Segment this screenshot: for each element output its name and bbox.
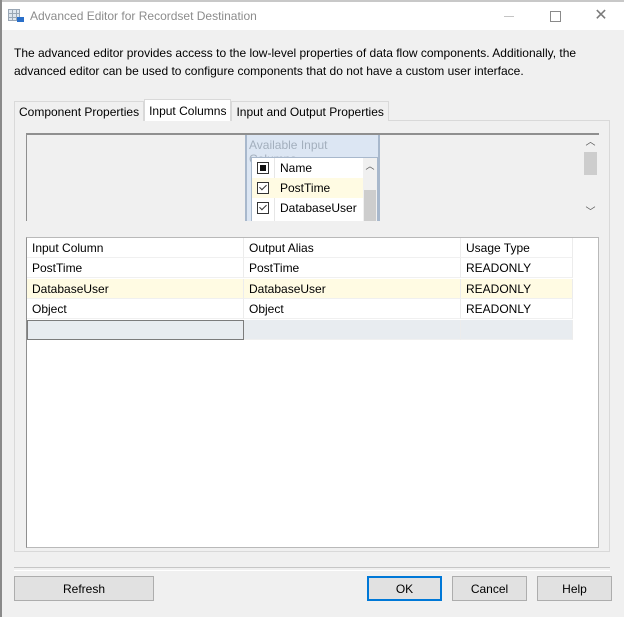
window-controls: ✕ — [486, 2, 624, 30]
available-columns-list: Name PostTime DatabaseUser ︿ — [251, 157, 378, 221]
usage-type-cell[interactable]: READONLY — [461, 258, 573, 278]
available-input-columns-panel: Available Input Columns Name PostTime Da… — [245, 135, 380, 221]
header-input-column[interactable]: Input Column — [27, 238, 244, 258]
close-icon: ✕ — [594, 7, 608, 24]
column-name: DatabaseUser — [280, 201, 357, 215]
maximize-icon — [549, 10, 561, 22]
scroll-thumb[interactable] — [364, 190, 376, 221]
usage-type-cell[interactable]: READONLY — [461, 279, 573, 299]
tab-strip: Component Properties Input Columns Input… — [14, 99, 389, 121]
scroll-thumb[interactable] — [584, 152, 597, 175]
name-header: Name — [280, 161, 313, 175]
tab-input-columns[interactable]: Input Columns — [144, 99, 232, 121]
new-input-column-cell[interactable] — [27, 320, 244, 340]
chevron-up-icon[interactable]: ︿ — [582, 135, 599, 151]
column-checkbox[interactable] — [257, 182, 269, 194]
refresh-button[interactable]: Refresh — [14, 576, 154, 601]
output-alias-cell[interactable]: Object — [244, 299, 461, 319]
table-row[interactable]: DatabaseUser DatabaseUser READONLY — [27, 279, 573, 299]
window-left-edge — [0, 0, 2, 617]
columns-grid: Input Column Output Alias Usage Type Pos… — [26, 237, 599, 548]
window-title: Advanced Editor for Recordset Destinatio… — [30, 9, 257, 23]
input-column-cell[interactable]: PostTime — [27, 258, 244, 278]
table-row[interactable]: PostTime PostTime READONLY — [27, 258, 573, 278]
grid-header-row: Input Column Output Alias Usage Type — [27, 238, 573, 258]
usage-type-cell[interactable]: READONLY — [461, 299, 573, 319]
list-item[interactable]: PostTime — [252, 178, 364, 198]
column-name: PostTime — [280, 181, 331, 195]
available-columns-scrollbar[interactable]: ︿ — [363, 158, 377, 221]
help-button[interactable]: Help — [537, 576, 612, 601]
close-button[interactable]: ✕ — [578, 2, 624, 30]
header-output-alias[interactable]: Output Alias — [244, 238, 461, 258]
column-checkbox[interactable] — [257, 202, 269, 214]
new-row[interactable] — [27, 320, 573, 340]
title-bar: Advanced Editor for Recordset Destinatio… — [2, 2, 624, 30]
available-columns-header: Name — [252, 158, 364, 178]
input-column-cell[interactable]: DatabaseUser — [27, 279, 244, 299]
header-usage-type[interactable]: Usage Type — [461, 238, 573, 258]
grid-table-icon — [8, 9, 24, 23]
output-alias-cell[interactable]: DatabaseUser — [244, 279, 461, 299]
minimize-button[interactable] — [486, 2, 532, 30]
tab-input-output-properties[interactable]: Input and Output Properties — [231, 101, 389, 121]
new-usage-type-cell[interactable] — [461, 320, 573, 340]
ok-button[interactable]: OK — [367, 576, 442, 601]
select-all-checkbox[interactable] — [257, 162, 269, 174]
column-designer-area: Available Input Columns Name PostTime Da… — [26, 133, 599, 221]
maximize-button[interactable] — [532, 2, 578, 30]
input-column-cell[interactable]: Object — [27, 299, 244, 319]
minimize-icon — [504, 15, 514, 17]
designer-scrollbar[interactable]: ︿ ﹀ — [582, 135, 599, 221]
table-row[interactable]: Object Object READONLY — [27, 299, 573, 319]
tab-component-properties[interactable]: Component Properties — [14, 101, 145, 121]
cancel-button[interactable]: Cancel — [452, 576, 527, 601]
new-output-alias-cell[interactable] — [244, 320, 461, 340]
editor-description: The advanced editor provides access to t… — [14, 46, 577, 78]
chevron-up-icon[interactable]: ︿ — [363, 158, 377, 174]
divider — [14, 567, 610, 571]
chevron-down-icon[interactable]: ﹀ — [582, 205, 599, 221]
list-item[interactable]: DatabaseUser — [252, 198, 364, 218]
output-alias-cell[interactable]: PostTime — [244, 258, 461, 278]
